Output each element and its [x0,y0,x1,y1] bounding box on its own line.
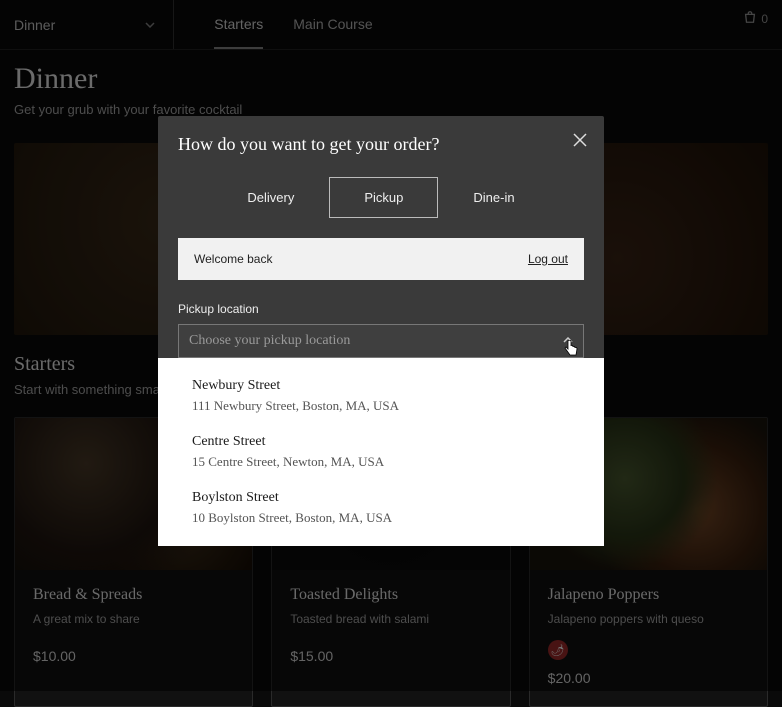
method-tab-delivery[interactable]: Delivery [212,177,329,218]
order-method-modal: How do you want to get your order? Deliv… [158,116,604,546]
location-option[interactable]: Centre Street 15 Centre Street, Newton, … [158,424,604,480]
location-address: 111 Newbury Street, Boston, MA, USA [192,398,570,414]
chevron-up-icon [563,335,573,346]
pickup-location-label: Pickup location [178,302,584,316]
close-button[interactable] [570,130,590,150]
location-option[interactable]: Newbury Street 111 Newbury Street, Bosto… [158,368,604,424]
pickup-location-select[interactable]: Choose your pickup location [178,324,584,358]
welcome-text: Welcome back [194,252,272,266]
logout-link[interactable]: Log out [528,252,568,266]
location-name: Centre Street [192,434,570,450]
method-tab-dinein[interactable]: Dine-in [438,177,549,218]
method-tab-label: Pickup [364,190,403,205]
location-address: 15 Centre Street, Newton, MA, USA [192,454,570,470]
method-tab-label: Dine-in [473,190,514,205]
modal-title: How do you want to get your order? [178,134,584,155]
location-address: 10 Boylston Street, Boston, MA, USA [192,510,570,526]
select-placeholder: Choose your pickup location [189,333,350,349]
pickup-location-dropdown: Newbury Street 111 Newbury Street, Bosto… [158,358,604,546]
close-icon [570,137,590,154]
location-name: Newbury Street [192,378,570,394]
method-tab-pickup[interactable]: Pickup [329,177,438,218]
location-option[interactable]: Boylston Street 10 Boylston Street, Bost… [158,480,604,536]
welcome-banner: Welcome back Log out [178,238,584,280]
order-method-tabs: Delivery Pickup Dine-in [178,177,584,218]
location-name: Boylston Street [192,490,570,506]
method-tab-label: Delivery [247,190,294,205]
